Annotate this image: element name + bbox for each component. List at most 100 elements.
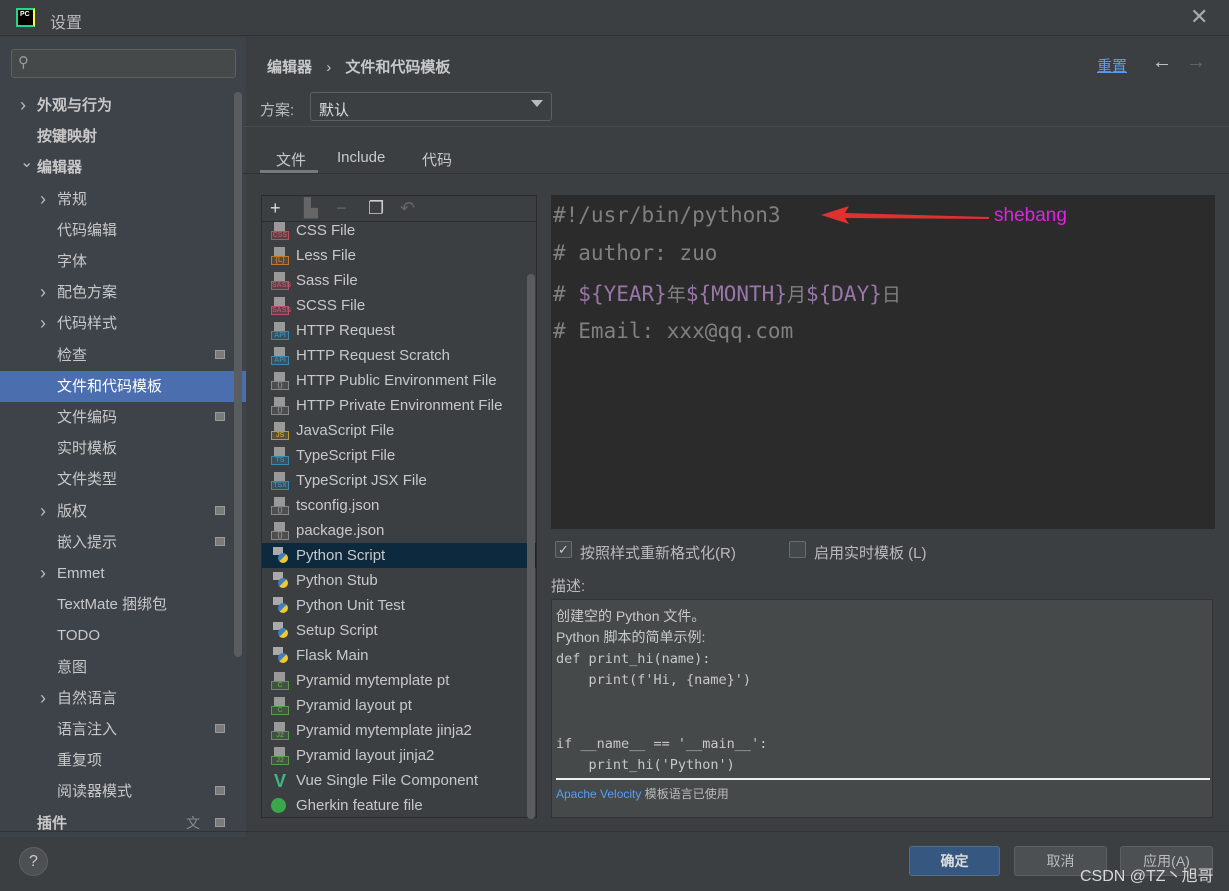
tab-1[interactable]: Include bbox=[337, 149, 385, 166]
sidebar-item[interactable]: 插件 文 bbox=[0, 808, 246, 839]
ok-button[interactable]: 确定 bbox=[909, 846, 1000, 876]
chevron-right-icon[interactable]: › bbox=[40, 558, 46, 589]
list-item-label: Python Unit Test bbox=[296, 597, 405, 614]
sidebar-item[interactable]: TODO bbox=[0, 620, 246, 651]
list-item[interactable]: J2 Pyramid layout jinja2 bbox=[262, 743, 536, 768]
list-item-label: JavaScript File bbox=[296, 422, 395, 439]
list-item[interactable]: SASS SCSS File bbox=[262, 293, 536, 318]
sidebar-item[interactable]: 阅读器模式 bbox=[0, 776, 246, 807]
sidebar-item[interactable]: 语言注入 bbox=[0, 714, 246, 745]
sidebar-item-label: 阅读器模式 bbox=[57, 783, 133, 801]
sidebar-item[interactable]: › 版权 bbox=[0, 496, 246, 527]
list-item[interactable]: Flask Main bbox=[262, 643, 536, 668]
tab-2[interactable]: 代码 bbox=[422, 149, 452, 170]
list-item[interactable]: {} HTTP Private Environment File bbox=[262, 393, 536, 418]
list-item[interactable]: Gherkin feature file bbox=[262, 793, 536, 818]
list-item[interactable]: TSX TypeScript JSX File bbox=[262, 468, 536, 493]
sidebar-item[interactable]: TextMate 捆绑包 bbox=[0, 589, 246, 620]
sidebar-item[interactable]: 文件和代码模板 bbox=[0, 370, 246, 402]
sidebar-item[interactable]: 文件类型 bbox=[0, 464, 246, 495]
sidebar-item[interactable]: › 自然语言 bbox=[0, 683, 246, 714]
text: 日 bbox=[881, 284, 901, 306]
scheme-dropdown[interactable]: 默认 bbox=[310, 92, 552, 121]
sidebar-item[interactable]: 检查 bbox=[0, 340, 246, 371]
breadcrumb-parent[interactable]: 编辑器 bbox=[267, 59, 312, 76]
back-arrow-icon[interactable]: ← bbox=[1152, 51, 1172, 74]
chevron-right-icon[interactable]: › bbox=[40, 683, 46, 714]
list-item[interactable]: {L} Less File bbox=[262, 243, 536, 268]
list-item[interactable]: C Pyramid mytemplate pt bbox=[262, 668, 536, 693]
search-field[interactable] bbox=[40, 53, 230, 73]
list-item[interactable]: V Vue Single File Component bbox=[262, 768, 536, 793]
description-line: 创建空的 Python 文件。 bbox=[556, 608, 706, 624]
remove-icon[interactable]: − bbox=[336, 196, 347, 220]
chevron-right-icon[interactable]: › bbox=[40, 308, 46, 339]
live-template-label[interactable]: 启用实时模板 (L) bbox=[814, 542, 927, 563]
sidebar-item-label: 检查 bbox=[57, 346, 88, 364]
live-template-checkbox[interactable] bbox=[789, 541, 806, 558]
list-item[interactable]: Setup Script bbox=[262, 618, 536, 643]
forward-arrow-icon[interactable]: → bbox=[1186, 51, 1206, 74]
copy-template-icon[interactable]: ▙ bbox=[304, 196, 318, 220]
add-icon[interactable]: + bbox=[270, 196, 281, 220]
breadcrumb-separator: › bbox=[326, 59, 332, 76]
list-item-label: Flask Main bbox=[296, 647, 369, 664]
sidebar-item-label: 代码编辑 bbox=[57, 221, 118, 239]
list-item[interactable]: Python Script bbox=[262, 543, 536, 568]
reset-link[interactable]: 重置 bbox=[1097, 55, 1127, 76]
template-editor[interactable]: #!/usr/bin/python3 # author: zuo # ${YEA… bbox=[551, 195, 1215, 529]
sidebar-scrollbar[interactable] bbox=[234, 92, 242, 657]
sidebar-item[interactable]: 意图 bbox=[0, 652, 246, 683]
list-item[interactable]: C Pyramid layout pt bbox=[262, 693, 536, 718]
list-item[interactable]: API HTTP Request Scratch bbox=[262, 343, 536, 368]
chevron-down-icon[interactable]: ⌄ bbox=[20, 147, 33, 178]
sidebar-item[interactable]: 代码编辑 bbox=[0, 215, 246, 246]
sidebar-item-label: 插件 bbox=[37, 814, 68, 832]
sidebar-item[interactable]: 重复项 bbox=[0, 745, 246, 776]
tab-0[interactable]: 文件 bbox=[276, 149, 306, 170]
reformat-checkbox[interactable]: ✓ bbox=[555, 541, 572, 558]
sidebar-item[interactable]: 按键映射 bbox=[0, 121, 246, 152]
sidebar-item[interactable]: 实时模板 bbox=[0, 433, 246, 464]
list-item[interactable]: Python Stub bbox=[262, 568, 536, 593]
sidebar-item[interactable]: › 配色方案 bbox=[0, 277, 246, 308]
list-item[interactable]: {} HTTP Public Environment File bbox=[262, 368, 536, 393]
sidebar-item-label: 自然语言 bbox=[57, 689, 118, 707]
list-item[interactable]: TS TypeScript File bbox=[262, 443, 536, 468]
list-item[interactable]: {} tsconfig.json bbox=[262, 493, 536, 518]
chevron-right-icon[interactable]: › bbox=[40, 496, 46, 527]
undo-icon[interactable]: ↶ bbox=[400, 196, 415, 220]
description-line: def print_hi(name): bbox=[556, 650, 711, 667]
velocity-text: 模板语言已使用 bbox=[641, 787, 729, 801]
sidebar-item[interactable]: › 外观与行为 bbox=[0, 90, 246, 121]
sidebar-item[interactable]: › Emmet bbox=[0, 558, 246, 589]
list-item[interactable]: {} package.json bbox=[262, 518, 536, 543]
list-scrollbar[interactable] bbox=[527, 274, 535, 819]
sidebar-item[interactable]: › 常规 bbox=[0, 184, 246, 215]
chevron-right-icon[interactable]: › bbox=[40, 184, 46, 215]
list-item[interactable]: Python Unit Test bbox=[262, 593, 536, 618]
chevron-right-icon[interactable]: › bbox=[20, 90, 26, 121]
list-item-label: Python Script bbox=[296, 547, 386, 564]
velocity-link[interactable]: Apache Velocity bbox=[556, 787, 641, 801]
list-item[interactable]: JS JavaScript File bbox=[262, 418, 536, 443]
list-item[interactable]: J2 Pyramid mytemplate jinja2 bbox=[262, 718, 536, 743]
template-tabs: 文件 Include 代码 bbox=[243, 140, 1229, 174]
reformat-label[interactable]: 按照样式重新格式化(R) bbox=[580, 542, 736, 563]
sidebar-item[interactable]: 字体 bbox=[0, 246, 246, 277]
sidebar-item-label: 嵌入提示 bbox=[57, 533, 118, 551]
search-input[interactable]: ⚲ bbox=[11, 49, 236, 78]
list-item[interactable]: API HTTP Request bbox=[262, 318, 536, 343]
sidebar-item-label: Emmet bbox=[57, 565, 105, 582]
sidebar-item[interactable]: 文件编码 bbox=[0, 402, 246, 433]
sidebar-item-label: 按键映射 bbox=[37, 128, 98, 146]
help-button[interactable]: ? bbox=[19, 847, 48, 876]
sidebar-item[interactable]: 嵌入提示 bbox=[0, 527, 246, 558]
list-item[interactable]: CSS CSS File bbox=[262, 218, 536, 243]
sidebar-item[interactable]: › 代码样式 bbox=[0, 308, 246, 339]
chevron-right-icon[interactable]: › bbox=[40, 277, 46, 308]
list-item[interactable]: SASS Sass File bbox=[262, 268, 536, 293]
sidebar-item[interactable]: ⌄ 编辑器 bbox=[0, 152, 246, 183]
close-icon[interactable]: ✕ bbox=[1190, 4, 1208, 30]
duplicate-icon[interactable]: ❐ bbox=[368, 196, 384, 220]
